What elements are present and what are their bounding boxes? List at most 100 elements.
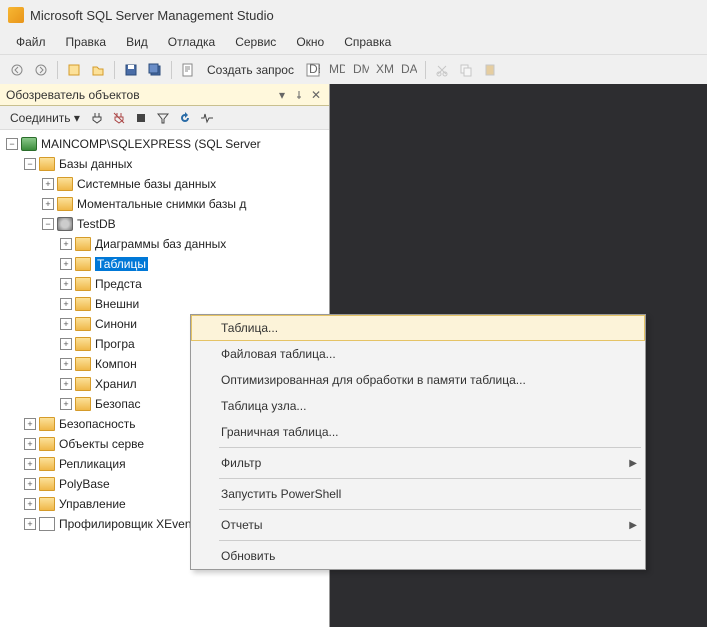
expander-icon[interactable]: + [24, 438, 36, 450]
expander-icon[interactable]: + [24, 418, 36, 430]
connect-plug-icon[interactable] [88, 109, 106, 127]
folder-icon [75, 317, 91, 331]
security-node[interactable]: Безопасность [59, 417, 136, 431]
xevent-icon [39, 517, 55, 531]
nav-back-button[interactable] [6, 59, 28, 81]
server-icon [21, 137, 37, 151]
syn-node[interactable]: Синони [95, 317, 137, 331]
expander-icon[interactable]: + [24, 478, 36, 490]
expander-icon[interactable]: + [60, 338, 72, 350]
menu-service[interactable]: Сервис [225, 31, 286, 53]
ctx-file-table[interactable]: Файловая таблица... [191, 341, 645, 367]
disconnect-icon[interactable] [110, 109, 128, 127]
folder-icon [75, 237, 91, 251]
save-button[interactable] [120, 59, 142, 81]
expander-icon[interactable]: + [24, 498, 36, 510]
ctx-new-table[interactable]: Таблица... [191, 315, 645, 341]
open-button[interactable] [87, 59, 109, 81]
ctx-edge-table[interactable]: Граничная таблица... [191, 419, 645, 445]
folder-icon [39, 457, 55, 471]
testdb-node[interactable]: TestDB [77, 217, 116, 231]
server-obj-node[interactable]: Объекты серве [59, 437, 144, 451]
panel-close-icon[interactable]: ✕ [309, 88, 323, 102]
create-query-button[interactable]: Создать запрос [201, 63, 300, 77]
expander-icon[interactable]: − [24, 158, 36, 170]
folder-icon [39, 157, 55, 171]
explorer-toolbar: Соединить ▾ [0, 106, 329, 130]
xmla-icon[interactable]: XMLA [374, 59, 396, 81]
diagrams-node[interactable]: Диаграммы баз данных [95, 237, 226, 251]
ctx-separator [219, 478, 641, 479]
folder-icon [75, 277, 91, 291]
expander-icon[interactable]: − [42, 218, 54, 230]
expander-icon[interactable]: + [60, 398, 72, 410]
xevent-node[interactable]: Профилировщик XEvent [59, 517, 195, 531]
mdx-icon[interactable]: MDX [326, 59, 348, 81]
expander-icon[interactable]: + [60, 318, 72, 330]
snapshots-node[interactable]: Моментальные снимки базы д [77, 197, 246, 211]
dmx-icon[interactable]: DMX [350, 59, 372, 81]
expander-icon[interactable]: + [24, 518, 36, 530]
ctx-mem-table[interactable]: Оптимизированная для обработки в памяти … [191, 367, 645, 393]
expander-icon[interactable]: + [24, 458, 36, 470]
cut-icon[interactable] [431, 59, 453, 81]
ctx-reports[interactable]: Отчеты▶ [191, 512, 645, 538]
activity-icon[interactable] [198, 109, 216, 127]
main-toolbar: Создать запрос DE MDX DMX XMLA DAX [0, 54, 707, 84]
de-icon[interactable]: DE [302, 59, 324, 81]
expander-icon[interactable]: + [60, 378, 72, 390]
script-icon[interactable] [177, 59, 199, 81]
tables-node[interactable]: Таблицы [95, 257, 148, 271]
folder-icon [75, 377, 91, 391]
menu-view[interactable]: Вид [116, 31, 158, 53]
ctx-refresh[interactable]: Обновить [191, 543, 645, 569]
expander-icon[interactable]: + [60, 258, 72, 270]
stop-icon[interactable] [132, 109, 150, 127]
folder-icon [75, 357, 91, 371]
connect-button[interactable]: Соединить ▾ [6, 109, 84, 127]
panel-dropdown-icon[interactable]: ▾ [275, 88, 289, 102]
sec-node[interactable]: Безопас [95, 397, 141, 411]
filter-icon[interactable] [154, 109, 172, 127]
replication-node[interactable]: Репликация [59, 457, 126, 471]
new-button[interactable] [63, 59, 85, 81]
databases-node[interactable]: Базы данных [59, 157, 132, 171]
server-node[interactable]: MAINCOMP\SQLEXPRESS (SQL Server [41, 137, 261, 151]
svg-text:DMX: DMX [353, 63, 369, 76]
copy-icon[interactable] [455, 59, 477, 81]
expander-icon[interactable]: + [60, 238, 72, 250]
save-all-button[interactable] [144, 59, 166, 81]
expander-icon[interactable]: + [60, 358, 72, 370]
expander-icon[interactable]: + [60, 298, 72, 310]
ctx-powershell[interactable]: Запустить PowerShell [191, 481, 645, 507]
panel-pin-icon[interactable] [292, 88, 306, 102]
refresh-icon[interactable] [176, 109, 194, 127]
menu-help[interactable]: Справка [334, 31, 401, 53]
menu-edit[interactable]: Правка [56, 31, 117, 53]
nav-forward-button[interactable] [30, 59, 52, 81]
sysdb-node[interactable]: Системные базы данных [77, 177, 216, 191]
svg-text:DAX: DAX [401, 63, 417, 76]
ext-node[interactable]: Внешни [95, 297, 139, 311]
menu-file[interactable]: Файл [6, 31, 56, 53]
app-icon [8, 7, 24, 23]
paste-icon[interactable] [479, 59, 501, 81]
menu-debug[interactable]: Отладка [158, 31, 225, 53]
comp-node[interactable]: Компон [95, 357, 137, 371]
dax-icon[interactable]: DAX [398, 59, 420, 81]
ctx-node-table[interactable]: Таблица узла... [191, 393, 645, 419]
database-icon [57, 217, 73, 231]
menu-window[interactable]: Окно [286, 31, 334, 53]
management-node[interactable]: Управление [59, 497, 126, 511]
folder-icon [39, 477, 55, 491]
expander-icon[interactable]: + [42, 198, 54, 210]
submenu-arrow-icon: ▶ [629, 520, 637, 531]
polybase-node[interactable]: PolyBase [59, 477, 110, 491]
prog-node[interactable]: Програ [95, 337, 135, 351]
expander-icon[interactable]: + [42, 178, 54, 190]
ctx-filter[interactable]: Фильтр▶ [191, 450, 645, 476]
expander-icon[interactable]: + [60, 278, 72, 290]
expander-icon[interactable]: − [6, 138, 18, 150]
views-node[interactable]: Предста [95, 277, 142, 291]
store-node[interactable]: Хранил [95, 377, 137, 391]
